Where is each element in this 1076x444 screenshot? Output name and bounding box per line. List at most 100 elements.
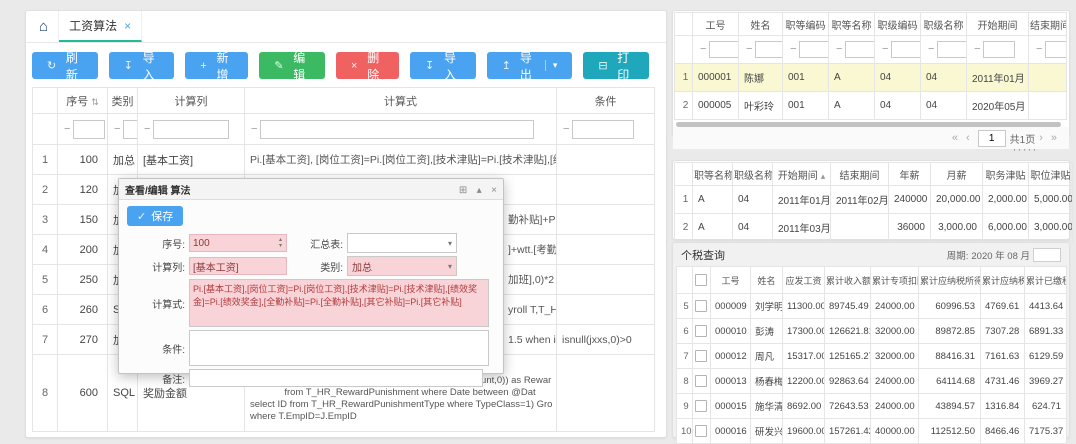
- header-grade-name[interactable]: 职等名称: [693, 163, 733, 186]
- row-checkbox[interactable]: [695, 350, 707, 362]
- save-button[interactable]: ✓ 保存: [127, 206, 183, 226]
- header-gross-pay[interactable]: 应发工资: [783, 267, 825, 294]
- header-grade-name[interactable]: 职等名称: [829, 13, 875, 36]
- refresh-button[interactable]: ↻ 刷新: [32, 52, 98, 79]
- filter-operator[interactable]: −: [695, 43, 709, 55]
- period-input[interactable]: [1033, 248, 1061, 262]
- import-button[interactable]: ↧ 导入: [109, 52, 175, 79]
- category-select[interactable]: 加总 ▾: [347, 256, 457, 276]
- header-end-period[interactable]: 结束期间: [1029, 13, 1067, 36]
- table-row[interactable]: 9 000015施华清 8692.0072643.53 24000.004389…: [677, 394, 1067, 419]
- add-button[interactable]: + 新增: [185, 52, 248, 79]
- import-button-2[interactable]: ↧ 导入: [410, 52, 476, 79]
- header-empno[interactable]: 工号: [711, 267, 751, 294]
- page-next-icon[interactable]: ›: [1039, 132, 1043, 144]
- header-name[interactable]: 姓名: [751, 267, 783, 294]
- tab-home[interactable]: ⌂: [29, 11, 59, 42]
- print-button[interactable]: ⊟ 打印: [583, 52, 649, 79]
- tab-payroll-algorithm[interactable]: 工资算法 ×: [59, 11, 142, 42]
- export-dropdown-caret[interactable]: ▾: [545, 60, 558, 71]
- remark-input[interactable]: [189, 369, 483, 387]
- edit-button[interactable]: ✎ 编辑: [259, 52, 325, 79]
- condition-textarea[interactable]: [189, 330, 489, 366]
- filter-input[interactable]: [891, 41, 920, 58]
- table-row[interactable]: 7 000012周凡 15317.00125165.27 32000.00884…: [677, 344, 1067, 369]
- filter-input[interactable]: [937, 41, 966, 58]
- header-monthly-salary[interactable]: 月薪: [931, 163, 983, 186]
- table-row[interactable]: 1000001陈娜 001A04 042011年01月: [675, 64, 1067, 92]
- filter-operator[interactable]: −: [831, 43, 845, 55]
- dialog-restore-icon[interactable]: ⊞: [459, 185, 467, 196]
- header-rank-name[interactable]: 职级名称: [921, 13, 967, 36]
- header-category[interactable]: 类别: [108, 88, 138, 114]
- table-row[interactable]: 1A04 2011年01月2011年02月240000 20,000.002,0…: [675, 186, 1073, 214]
- select-all-checkbox[interactable]: [693, 267, 711, 294]
- filter-operator[interactable]: −: [246, 123, 260, 135]
- table-row[interactable]: 5 000009刘学明 11300.0089745.49 24000.00609…: [677, 294, 1067, 319]
- row-checkbox[interactable]: [695, 425, 707, 437]
- seq-input[interactable]: [189, 234, 287, 252]
- filter-operator[interactable]: −: [139, 123, 153, 135]
- row-checkbox[interactable]: [695, 325, 707, 337]
- formula-textarea[interactable]: Pi.[基本工资],[岗位工资]=Pi.[岗位工资],[技术津贴]=Pi.[技术…: [189, 279, 489, 327]
- row-checkbox[interactable]: [695, 300, 707, 312]
- header-cum-deduction[interactable]: 累计专项扣除: [871, 267, 919, 294]
- filter-input-calc-column[interactable]: [153, 120, 229, 139]
- header-post-allowance[interactable]: 职位津贴: [1029, 163, 1073, 186]
- header-condition[interactable]: 条件: [557, 88, 655, 114]
- page-prev-icon[interactable]: ‹: [966, 132, 970, 144]
- header-rank-name[interactable]: 职级名称: [733, 163, 773, 186]
- table-row[interactable]: 1100 加总[基本工资] Pi.[基本工资], [岗位工资]=Pi.[岗位工资…: [33, 145, 655, 175]
- header-seq[interactable]: 序号⇅: [58, 88, 108, 114]
- row-checkbox[interactable]: [695, 375, 707, 387]
- table-row[interactable]: 6 000010彭涛 17300.00126621.81 32000.00898…: [677, 319, 1067, 344]
- header-cum-income[interactable]: 累计收入额: [825, 267, 871, 294]
- table-row[interactable]: 8 000013杨春梅 12200.0092863.64 24000.00641…: [677, 369, 1067, 394]
- dialog-collapse-icon[interactable]: ▴: [477, 185, 482, 196]
- calc-column-input[interactable]: [189, 257, 287, 275]
- dialog-titlebar[interactable]: 查看/编辑 算法 ⊞ ▴ ×: [119, 179, 503, 200]
- header-cum-tax-payable[interactable]: 累计应纳税额: [981, 267, 1025, 294]
- filter-input-category[interactable]: [123, 120, 137, 139]
- header-name[interactable]: 姓名: [739, 13, 783, 36]
- header-end-period[interactable]: 结束期间: [831, 163, 889, 186]
- spinner[interactable]: ▴▾: [275, 235, 286, 251]
- header-grade-code[interactable]: 职等编码: [783, 13, 829, 36]
- tab-close-icon[interactable]: ×: [124, 19, 131, 33]
- dialog-close-icon[interactable]: ×: [491, 185, 497, 196]
- filter-input-condition[interactable]: [572, 120, 634, 139]
- filter-operator[interactable]: −: [923, 43, 937, 55]
- filter-input-seq[interactable]: [73, 120, 105, 139]
- header-cum-taxable-income[interactable]: 累计应纳税所得额: [919, 267, 981, 294]
- filter-input[interactable]: [845, 41, 874, 58]
- splitter-handle[interactable]: ·····: [985, 144, 1065, 154]
- filter-input[interactable]: [983, 41, 1015, 58]
- filter-input[interactable]: [709, 41, 738, 58]
- filter-operator[interactable]: −: [969, 43, 983, 55]
- filter-input[interactable]: [1045, 41, 1066, 58]
- header-cum-tax-paid[interactable]: 累计已缴税额: [1025, 267, 1067, 294]
- header-annual-salary[interactable]: 年薪: [889, 163, 931, 186]
- filter-operator[interactable]: −: [109, 123, 123, 135]
- header-duty-allowance[interactable]: 职务津贴: [983, 163, 1029, 186]
- row-checkbox[interactable]: [695, 400, 707, 412]
- filter-input[interactable]: [799, 41, 828, 58]
- page-first-icon[interactable]: «: [952, 132, 958, 144]
- filter-operator[interactable]: −: [741, 43, 755, 55]
- page-last-icon[interactable]: »: [1051, 132, 1057, 144]
- filter-operator[interactable]: −: [558, 123, 572, 135]
- filter-operator[interactable]: −: [1031, 43, 1045, 55]
- filter-operator[interactable]: −: [785, 43, 799, 55]
- delete-button[interactable]: × 删除: [336, 52, 399, 79]
- filter-operator[interactable]: −: [59, 123, 73, 135]
- table-row[interactable]: 10 000016研发兴 19600.00157261.42 40000.001…: [677, 419, 1067, 444]
- header-rank-code[interactable]: 职级编码: [875, 13, 921, 36]
- filter-input-formula[interactable]: [260, 120, 534, 139]
- header-empno[interactable]: 工号: [693, 13, 739, 36]
- header-formula[interactable]: 计算式: [245, 88, 557, 114]
- header-start-period[interactable]: 开始期间: [967, 13, 1029, 36]
- export-button[interactable]: ↥ 导出 ▾: [487, 52, 573, 79]
- table-row[interactable]: 2A04 2011年03月36000 3,000.006,000.003,000…: [675, 214, 1073, 242]
- table-row[interactable]: 2000005叶彩玲 001A04 042020年05月: [675, 92, 1067, 120]
- filter-operator[interactable]: −: [877, 43, 891, 55]
